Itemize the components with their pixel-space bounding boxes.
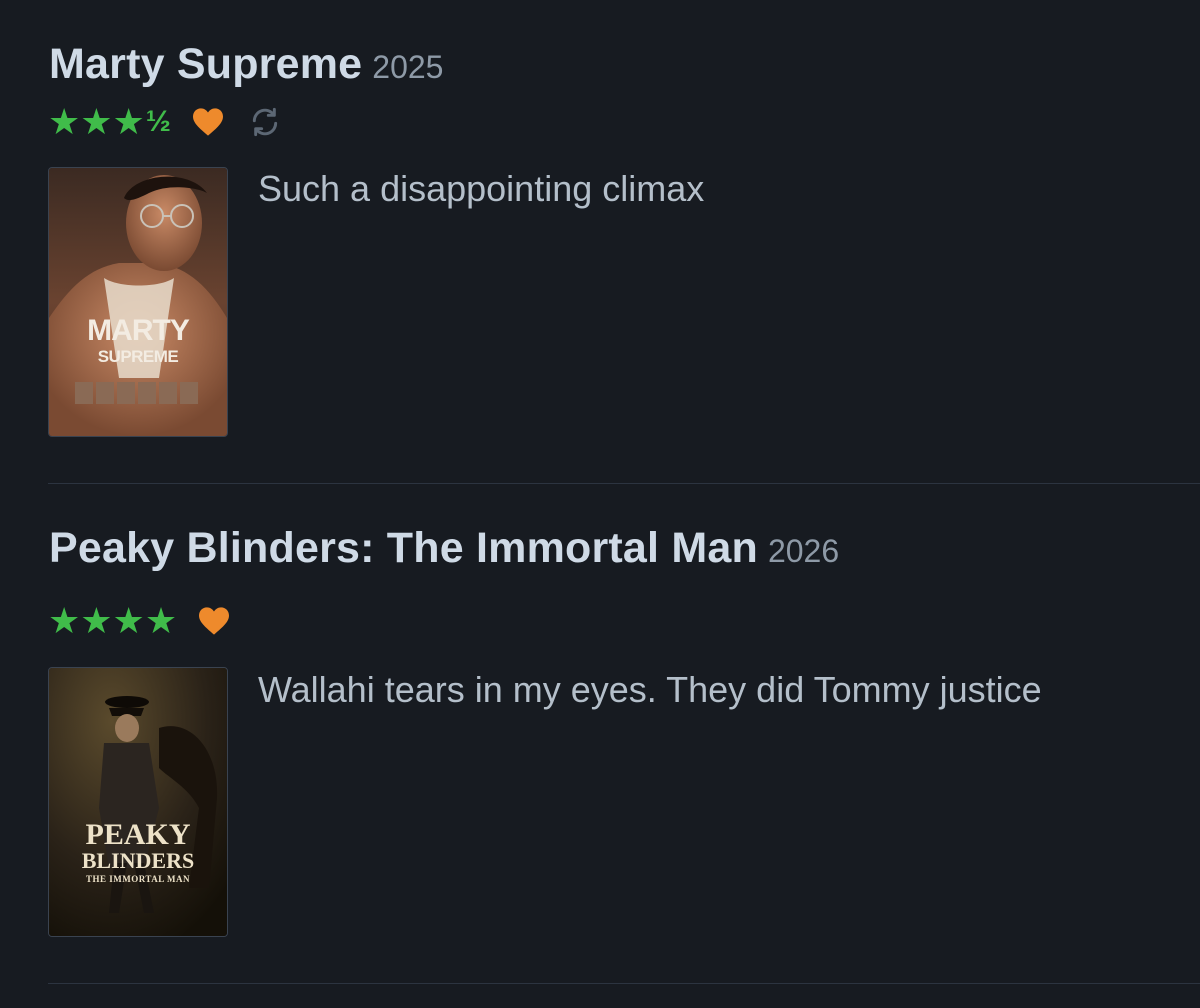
poster-title-line: PEAKY: [85, 818, 191, 851]
film-title[interactable]: Peaky Blinders: The Immortal Man: [49, 524, 758, 573]
rewatch-icon: [249, 106, 281, 138]
title-row: Peaky Blinders: The Immortal Man 2026: [49, 524, 839, 573]
film-poster[interactable]: MARTY SUPREME: [48, 167, 228, 437]
heart-icon: [191, 107, 225, 137]
poster-title-line: THE IMMORTAL MAN: [85, 874, 191, 884]
poster-title-line: MARTY: [87, 314, 190, 347]
poster-image: [49, 168, 227, 436]
half-star-icon: ½: [145, 105, 171, 138]
poster-title-line: SUPREME: [97, 347, 179, 366]
poster-title-line: BLINDERS: [81, 848, 195, 873]
rating-row: ★★★ ½: [48, 104, 281, 140]
film-title[interactable]: Marty Supreme: [49, 40, 362, 89]
poster-image: [49, 668, 227, 936]
star-rating: ★★★ ½: [48, 104, 171, 140]
diary-feed: Marty Supreme 2025 ★★★ ½ MARTY SUPREME S…: [0, 0, 1200, 1008]
title-row: Marty Supreme 2025: [49, 40, 443, 89]
diary-entry[interactable]: Marty Supreme 2025 ★★★ ½ MARTY SUPREME S…: [0, 0, 1200, 484]
film-year[interactable]: 2025: [372, 49, 443, 86]
rating-row: ★★★★: [48, 603, 231, 639]
star-rating: ★★★★: [48, 603, 177, 639]
review-text[interactable]: Such a disappointing climax: [258, 158, 1158, 220]
diary-entry[interactable]: Peaky Blinders: The Immortal Man 2026 ★★…: [0, 484, 1200, 984]
divider: [48, 983, 1200, 984]
film-year[interactable]: 2026: [768, 533, 839, 570]
star-icon: ★★★★: [48, 600, 178, 641]
review-text[interactable]: Wallahi tears in my eyes. They did Tommy…: [258, 659, 1078, 721]
film-poster[interactable]: PEAKY BLINDERS THE IMMORTAL MAN: [48, 667, 228, 937]
heart-icon: [197, 606, 231, 636]
star-icon: ★★★: [48, 101, 145, 142]
